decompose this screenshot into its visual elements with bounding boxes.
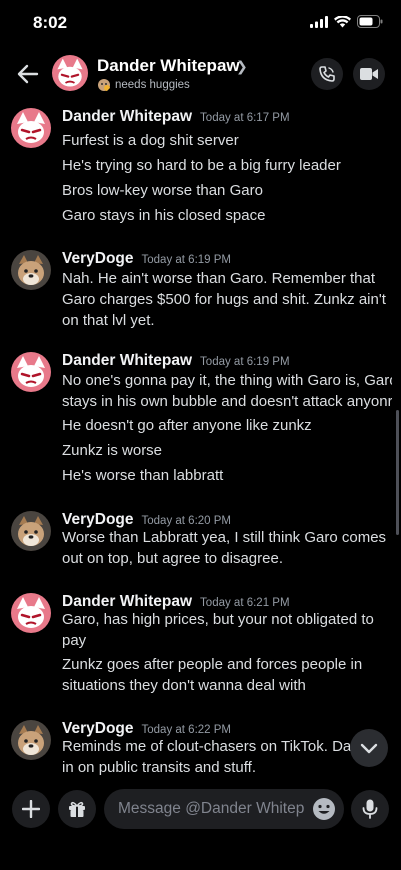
emoji-button[interactable] <box>312 797 336 821</box>
status-icons <box>310 15 383 28</box>
message-line[interactable]: He doesn't go after anyone like zunkz <box>62 415 392 436</box>
verydoge-avatar-image <box>11 511 51 551</box>
message-line[interactable]: He's trying so hard to be a big furry le… <box>62 155 392 176</box>
dander-avatar-image <box>11 593 51 633</box>
message-line[interactable]: Garo, has high prices, but your not obli… <box>62 609 392 630</box>
dander-avatar[interactable] <box>11 108 51 148</box>
verydoge-avatar-image <box>11 250 51 290</box>
back-button[interactable] <box>14 60 42 88</box>
battery-icon <box>357 15 383 28</box>
plus-icon <box>22 800 40 818</box>
message-timestamp: Today at 6:20 PM <box>141 515 232 527</box>
wifi-icon <box>334 15 351 27</box>
dander-avatar[interactable] <box>11 352 51 392</box>
message-line[interactable]: situations they don't wanna deal with <box>62 675 392 696</box>
scrollbar-thumb[interactable] <box>396 410 399 535</box>
message-timestamp: Today at 6:19 PM <box>141 254 232 266</box>
message-timestamp: Today at 6:17 PM <box>200 112 290 124</box>
verydoge-avatar[interactable] <box>11 511 51 551</box>
message-timestamp: Today at 6:19 PM <box>200 356 290 368</box>
message-composer <box>0 780 401 870</box>
dander-avatar[interactable] <box>11 593 51 633</box>
voice-message-button[interactable] <box>351 790 389 828</box>
verydoge-avatar[interactable] <box>11 720 51 760</box>
verydoge-avatar[interactable] <box>11 250 51 290</box>
message-line[interactable]: Zunkz is worse <box>62 440 392 461</box>
message-header: Dander Whitepaw Today at 6:17 PM <box>62 108 290 126</box>
message-timestamp: Today at 6:21 PM <box>200 597 290 609</box>
message-header: VeryDoge Today at 6:19 PM <box>62 250 231 268</box>
custom-status-text: needs huggies <box>115 79 190 91</box>
message-line[interactable]: Zunkz goes after people and forces peopl… <box>62 654 392 675</box>
dander-avatar-image <box>52 55 88 91</box>
message-input[interactable] <box>118 789 304 829</box>
voice-call-button[interactable] <box>311 58 343 90</box>
message-line[interactable]: Nah. He ain't worse than Garo. Remember … <box>62 268 392 289</box>
message-author[interactable]: VeryDoge <box>62 250 134 268</box>
message-line[interactable]: out on top, but agree to disagree. <box>62 548 392 569</box>
message-author[interactable]: Dander Whitepaw <box>62 108 192 126</box>
message-line[interactable]: Garo stays in his closed space <box>62 205 392 226</box>
message-line[interactable]: Bros low-key worse than Garo <box>62 180 392 201</box>
message-list[interactable]: Dander Whitepaw Today at 6:17 PM Furfest… <box>0 100 401 780</box>
message-line[interactable]: pay <box>62 630 392 651</box>
header-username[interactable]: Dander Whitepaw <box>97 56 240 76</box>
message-line[interactable]: in on public transits and stuff. <box>62 757 352 778</box>
signal-icon <box>310 15 328 28</box>
add-attachment-button[interactable] <box>12 790 50 828</box>
microphone-icon <box>362 799 378 819</box>
verydoge-avatar-image <box>11 720 51 760</box>
message-line[interactable]: He's worse than labbratt <box>62 465 392 486</box>
message-line[interactable]: Furfest is a dog shit server <box>62 130 392 151</box>
gift-icon <box>69 801 85 817</box>
chevron-right-icon[interactable]: ❯ <box>236 58 248 75</box>
status-time: 8:02 <box>33 13 68 32</box>
header-avatar[interactable] <box>52 55 88 91</box>
message-line[interactable]: stays in his own bubble and doesn't atta… <box>62 391 392 412</box>
custom-status: needs huggies <box>97 78 190 92</box>
message-line[interactable]: Reminds me of clout-chasers on TikTok. D… <box>62 736 352 757</box>
gift-button[interactable] <box>58 790 96 828</box>
dander-avatar-image <box>11 352 51 392</box>
message-line[interactable]: Worse than Labbratt yea, I still think G… <box>62 527 392 548</box>
status-bar: 8:02 <box>0 0 401 48</box>
video-camera-icon <box>360 68 378 80</box>
message-line[interactable]: Garo charges $500 for hugs and shit. Zun… <box>62 289 392 310</box>
phone-icon <box>319 66 335 82</box>
message-author[interactable]: Dander Whitepaw <box>62 352 192 370</box>
chevron-down-icon <box>360 743 378 754</box>
back-arrow-icon <box>17 64 39 84</box>
video-call-button[interactable] <box>353 58 385 90</box>
status-emoji-icon <box>98 79 110 91</box>
message-header: Dander Whitepaw Today at 6:19 PM <box>62 352 290 370</box>
message-timestamp: Today at 6:22 PM <box>141 724 232 736</box>
emoji-smile-icon <box>313 798 335 820</box>
dm-header: Dander Whitepaw ❯ needs huggies <box>0 48 401 100</box>
message-input-container[interactable] <box>104 789 344 829</box>
dander-avatar-image <box>11 108 51 148</box>
jump-to-latest-button[interactable] <box>350 729 388 767</box>
message-line[interactable]: No one's gonna pay it, the thing with Ga… <box>62 370 392 391</box>
message-line[interactable]: on that lvl yet. <box>62 310 392 331</box>
